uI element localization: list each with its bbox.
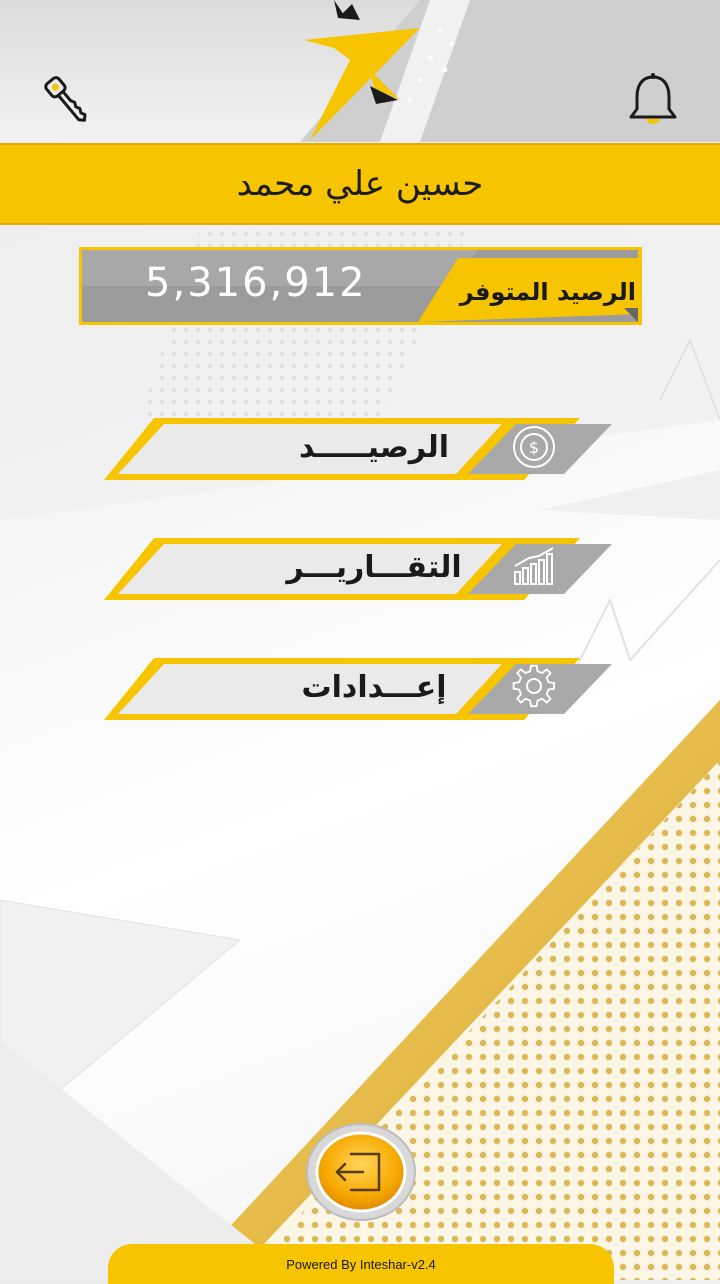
gear-icon [512, 664, 556, 708]
footer: Powered By Inteshar-v2.4 [108, 1244, 614, 1284]
balance-menu-button[interactable]: الرصيـــــد $ [104, 418, 618, 480]
logout-icon [306, 1123, 416, 1221]
logo-icon [304, 0, 420, 140]
settings-menu-label: إعـــدادات [301, 670, 447, 705]
key-icon [44, 76, 87, 122]
balance-menu-icon-holder: $ [509, 422, 569, 472]
balance-menu-label: الرصيـــــد [298, 430, 450, 465]
settings-menu-icon-holder [509, 662, 569, 712]
balance-label: الرصيد المتوفر [459, 278, 636, 306]
notifications-button[interactable] [618, 66, 688, 136]
user-name-bar: حسين علي محمد [0, 143, 720, 225]
balance-value: 5,316,912 [145, 260, 367, 306]
footer-text: Powered By Inteshar-v2.4 [286, 1256, 436, 1272]
bar-chart-icon [514, 547, 554, 585]
reports-menu-label: التقـــاريـــر [286, 550, 462, 585]
settings-menu-button[interactable]: إعـــدادات [104, 658, 618, 720]
reports-menu-button[interactable]: التقـــاريـــر [104, 538, 618, 600]
key-button[interactable] [32, 66, 102, 136]
logout-button[interactable] [305, 1122, 417, 1222]
user-name: حسين علي محمد [236, 164, 484, 204]
dollar-coin-icon: $ [513, 426, 555, 468]
bell-icon [629, 73, 677, 124]
header [0, 0, 720, 142]
reports-menu-icon-holder [509, 542, 569, 592]
svg-text:$: $ [529, 438, 539, 457]
